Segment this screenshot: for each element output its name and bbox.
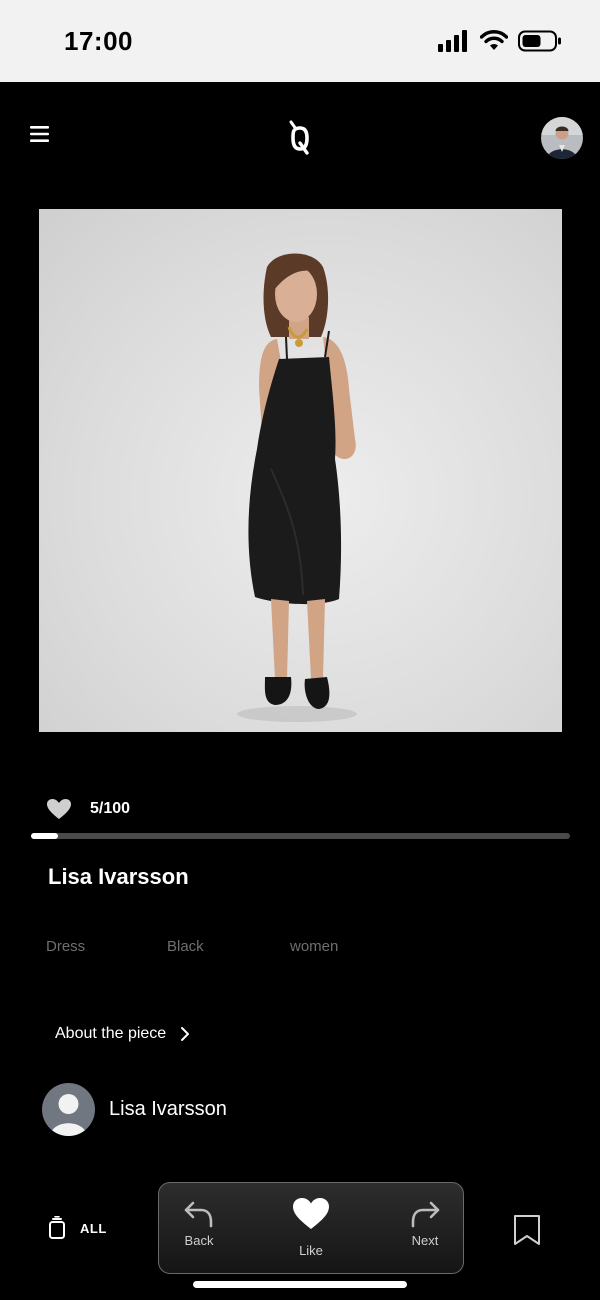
- all-label: ALL: [80, 1220, 107, 1236]
- status-time: 17:00: [64, 26, 133, 56]
- back-arrow-icon: [184, 1201, 213, 1228]
- likes-count: 5/100: [90, 800, 131, 817]
- likes-row: 5/100: [46, 795, 130, 823]
- profile-avatar-icon: [541, 117, 583, 159]
- back-label: Back: [184, 1233, 214, 1248]
- brand-logo-icon: [289, 120, 309, 155]
- bookmark-button[interactable]: [512, 1214, 542, 1246]
- home-indicator[interactable]: [193, 1281, 407, 1288]
- all-button[interactable]: ALL: [48, 1216, 107, 1240]
- tag-women[interactable]: women: [290, 938, 338, 955]
- forward-arrow-icon: [411, 1201, 440, 1228]
- creator-avatar: [42, 1082, 95, 1136]
- like-button[interactable]: Like: [279, 1183, 343, 1275]
- tag-black[interactable]: Black: [167, 938, 204, 955]
- product-image[interactable]: [39, 209, 562, 732]
- product-tags: Dress Black women: [0, 938, 600, 962]
- battery-icon: [518, 30, 561, 52]
- designer-name: Lisa Ivarsson: [48, 864, 189, 889]
- about-the-piece-link[interactable]: About the piece: [55, 1022, 190, 1046]
- signal-icon: [438, 30, 467, 52]
- model-photo: [237, 253, 357, 722]
- profile-avatar-button[interactable]: [541, 117, 583, 159]
- next-label: Next: [411, 1233, 439, 1248]
- tag-dress[interactable]: Dress: [46, 938, 85, 955]
- user-avatar-icon: [50, 1093, 87, 1136]
- creator-row[interactable]: Lisa Ivarsson: [42, 1082, 227, 1136]
- back-button[interactable]: Back: [173, 1183, 225, 1275]
- status-bar: 17:00: [0, 0, 600, 82]
- hamburger-menu-icon: [30, 126, 49, 142]
- menu-button[interactable]: [28, 122, 52, 146]
- about-label: About the piece: [55, 1025, 167, 1042]
- wifi-icon: [480, 30, 508, 50]
- likes-progress-bar: [31, 833, 570, 839]
- heart-icon[interactable]: [46, 798, 72, 820]
- likes-progress-fill: [31, 833, 58, 839]
- action-panel: Back Like Next: [158, 1182, 464, 1274]
- next-button[interactable]: Next: [399, 1183, 451, 1275]
- stack-icon: [49, 1216, 65, 1239]
- like-label: Like: [299, 1243, 323, 1258]
- chevron-right-icon: [181, 1027, 190, 1041]
- creator-name: Lisa Ivarsson: [109, 1097, 227, 1120]
- bookmark-icon: [514, 1215, 540, 1245]
- status-icons: [438, 28, 562, 54]
- app-header: [0, 82, 600, 192]
- heart-filled-icon: [293, 1198, 329, 1229]
- bottom-bar: ALL Back Like Next: [0, 1180, 600, 1300]
